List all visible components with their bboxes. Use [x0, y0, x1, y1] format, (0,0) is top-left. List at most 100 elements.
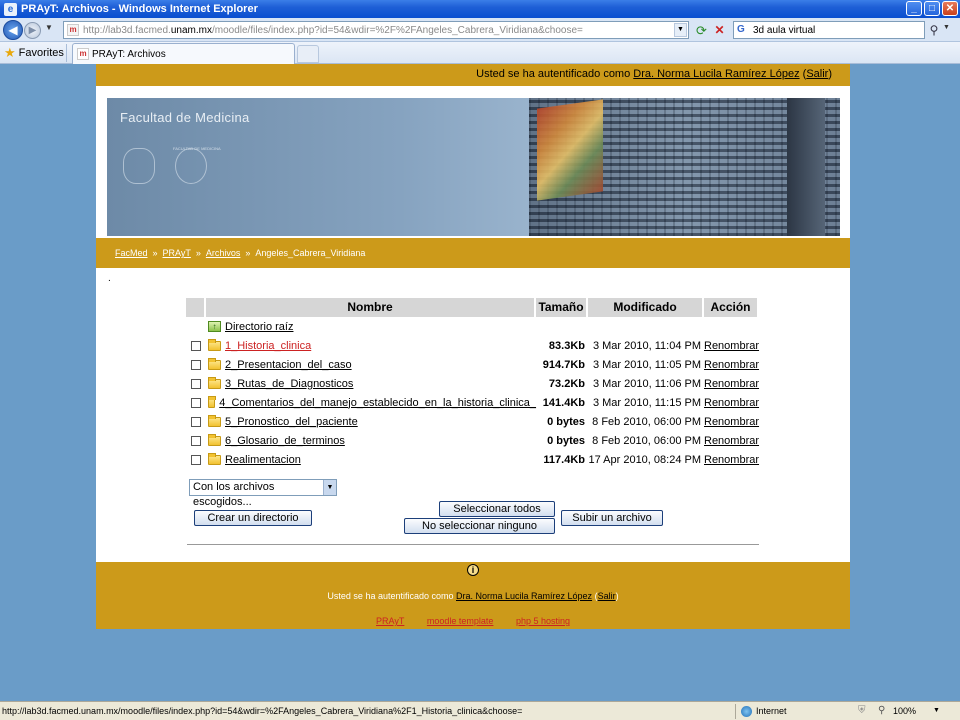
create-directory-button[interactable]: Crear un directorio: [194, 510, 312, 526]
back-button[interactable]: ◀: [3, 20, 23, 40]
breadcrumb-archivos[interactable]: Archivos: [206, 248, 241, 258]
size-cell: 914.7Kb: [542, 358, 585, 371]
upload-file-button[interactable]: Subir un archivo: [561, 510, 663, 526]
search-dropdown-icon[interactable]: ▼: [943, 24, 950, 31]
table-row: 2_Presentacion_del_caso 914.7Kb 3 Mar 2010…: [186, 355, 759, 374]
size-cell: 141.4Kb: [542, 396, 585, 409]
url-prefix: http://lab3d.facmed.: [83, 24, 171, 36]
facmed-seal-icon: [175, 148, 207, 184]
folder-link[interactable]: 3_Rutas_de_Diagnosticos: [225, 378, 353, 390]
chevron-down-icon: ▼: [323, 480, 336, 495]
modified-cell: 8 Feb 2010, 06:00 PM: [592, 434, 701, 447]
modified-cell: 3 Mar 2010, 11:05 PM: [592, 358, 701, 371]
rename-link[interactable]: Renombrar: [704, 359, 759, 371]
history-dropdown-icon[interactable]: ▼: [45, 23, 53, 32]
header-name[interactable]: Nombre: [206, 298, 536, 317]
footer-user-link[interactable]: Dra. Norma Lucila Ramírez López: [456, 591, 592, 601]
rename-link[interactable]: Renombrar: [704, 435, 759, 447]
search-icon[interactable]: ⚲: [926, 22, 942, 39]
stray-dot: .: [108, 273, 111, 284]
header-size[interactable]: Tamaño: [536, 298, 588, 317]
zoom-dropdown-icon[interactable]: ▼: [933, 702, 940, 720]
select-none-button[interactable]: No seleccionar ninguno: [404, 518, 555, 534]
parent-dir-row: ↑ Directorio raíz: [186, 317, 759, 336]
with-selected-select[interactable]: Con los archivos escogidos... ▼: [189, 479, 337, 508]
rename-link[interactable]: Renombrar: [704, 397, 759, 409]
size-cell: 117.4Kb: [543, 453, 585, 466]
moodle-page: Usted se ha autentificado como Dra. Norm…: [96, 64, 850, 629]
favorites-button[interactable]: ★ Favorites: [4, 45, 64, 61]
favorites-label: Favorites: [18, 47, 64, 59]
size-cell: 83.3Kb: [548, 339, 585, 352]
status-bar: http://lab3d.facmed.unam.mx/moodle/files…: [0, 701, 960, 720]
folder-link[interactable]: Realimentacion: [225, 454, 301, 466]
row-checkbox[interactable]: [191, 340, 201, 351]
user-profile-link[interactable]: Dra. Norma Lucila Ramírez López: [633, 68, 799, 80]
name-cell: Realimentacion: [206, 452, 536, 466]
row-checkbox[interactable]: [191, 397, 201, 408]
divider: [187, 544, 759, 545]
header-modified[interactable]: Modificado: [588, 298, 704, 317]
footer-auth-prefix: Usted se ha autentificado como: [327, 591, 456, 601]
modified-cell: 8 Feb 2010, 06:00 PM: [592, 415, 701, 428]
row-checkbox[interactable]: [191, 416, 201, 427]
breadcrumb-prayt[interactable]: PRAyT: [163, 248, 191, 258]
folder-link[interactable]: 6_Glosario_de_terminos: [225, 435, 345, 447]
search-text: 3d aula virtual: [753, 24, 816, 36]
size-cell: 0 bytes: [547, 434, 585, 447]
refresh-icon[interactable]: ⟳: [693, 22, 710, 39]
address-dropdown-icon[interactable]: ▼: [674, 23, 687, 37]
size-cell: 73.2Kb: [548, 377, 585, 390]
folder-link[interactable]: 1_Historia_clinica: [225, 340, 311, 352]
close-button[interactable]: ✕: [942, 1, 958, 16]
url-suffix: /moodle/files/index.php?id=54&wdir=%2F%2…: [211, 24, 583, 36]
name-cell: 5_Pronostico_del_paciente: [206, 414, 536, 428]
folder-link[interactable]: 2_Presentacion_del_caso: [225, 359, 352, 371]
footer-link-prayt[interactable]: PRAyT: [376, 616, 404, 626]
row-checkbox[interactable]: [191, 435, 201, 446]
browser-tab[interactable]: m PRAyT: Archivos: [72, 43, 295, 64]
search-input[interactable]: G 3d aula virtual: [733, 21, 925, 39]
footer-link-moodle-template[interactable]: moodle template: [427, 616, 494, 626]
select-all-button[interactable]: Seleccionar todos: [439, 501, 555, 517]
new-tab-button[interactable]: [297, 45, 319, 63]
address-input[interactable]: m http://lab3d.facmed. unam.mx/moodle/fil…: [63, 21, 689, 39]
zoom-level[interactable]: 100%: [893, 702, 916, 720]
folder-link[interactable]: 4_Comentarios_del_manejo_establecido_en_…: [219, 397, 536, 409]
info-icon[interactable]: i: [467, 564, 479, 576]
row-checkbox-cell: [186, 454, 206, 465]
footer-link-php-hosting[interactable]: php 5 hosting: [516, 616, 570, 626]
with-selected-value: Con los archivos escogidos...: [193, 481, 275, 508]
star-icon: ★: [4, 45, 16, 60]
breadcrumb-facmed[interactable]: FacMed: [115, 248, 148, 258]
table-row: 6_Glosario_de_terminos 0 bytes 8 Feb 2010,…: [186, 431, 759, 450]
folder-link[interactable]: 5_Pronostico_del_paciente: [225, 416, 358, 428]
footer-login-info: Usted se ha autentificado como Dra. Norm…: [327, 591, 619, 601]
rename-link[interactable]: Renombrar: [704, 378, 759, 390]
moodle-favicon-icon: m: [77, 48, 89, 60]
footer-logout-link[interactable]: Salir: [598, 591, 616, 601]
row-checkbox[interactable]: [191, 454, 201, 465]
row-checkbox[interactable]: [191, 359, 201, 370]
protected-mode-icon[interactable]: ⛨: [858, 702, 866, 720]
row-checkbox-cell: [186, 397, 206, 408]
forward-button[interactable]: ▶: [24, 22, 41, 39]
rename-link[interactable]: Renombrar: [704, 340, 759, 352]
table-row: Realimentacion 117.4Kb 17 Apr 2010, 08:24 …: [186, 450, 759, 469]
ie-icon: e: [4, 2, 17, 16]
stop-icon[interactable]: ✕: [711, 22, 728, 39]
row-checkbox-cell: [186, 416, 206, 427]
breadcrumb: FacMed » PRAyT » Archivos » Angeles_Cabrera_Vi…: [96, 238, 850, 268]
logout-link[interactable]: Salir: [806, 68, 828, 80]
row-checkbox[interactable]: [191, 378, 201, 389]
rename-link[interactable]: Renombrar: [704, 454, 759, 466]
name-cell: 1_Historia_clinica: [206, 338, 536, 352]
parent-dir-link[interactable]: Directorio raíz: [225, 321, 293, 333]
maximize-button[interactable]: □: [924, 1, 940, 16]
page-footer: i Usted se ha autentificado como Dra. No…: [96, 562, 850, 629]
minimize-button[interactable]: _: [906, 1, 922, 16]
security-zone[interactable]: Internet: [741, 702, 787, 720]
rename-link[interactable]: Renombrar: [704, 416, 759, 428]
moodle-favicon-icon: m: [67, 24, 79, 36]
modified-cell: 3 Mar 2010, 11:06 PM: [592, 377, 701, 390]
